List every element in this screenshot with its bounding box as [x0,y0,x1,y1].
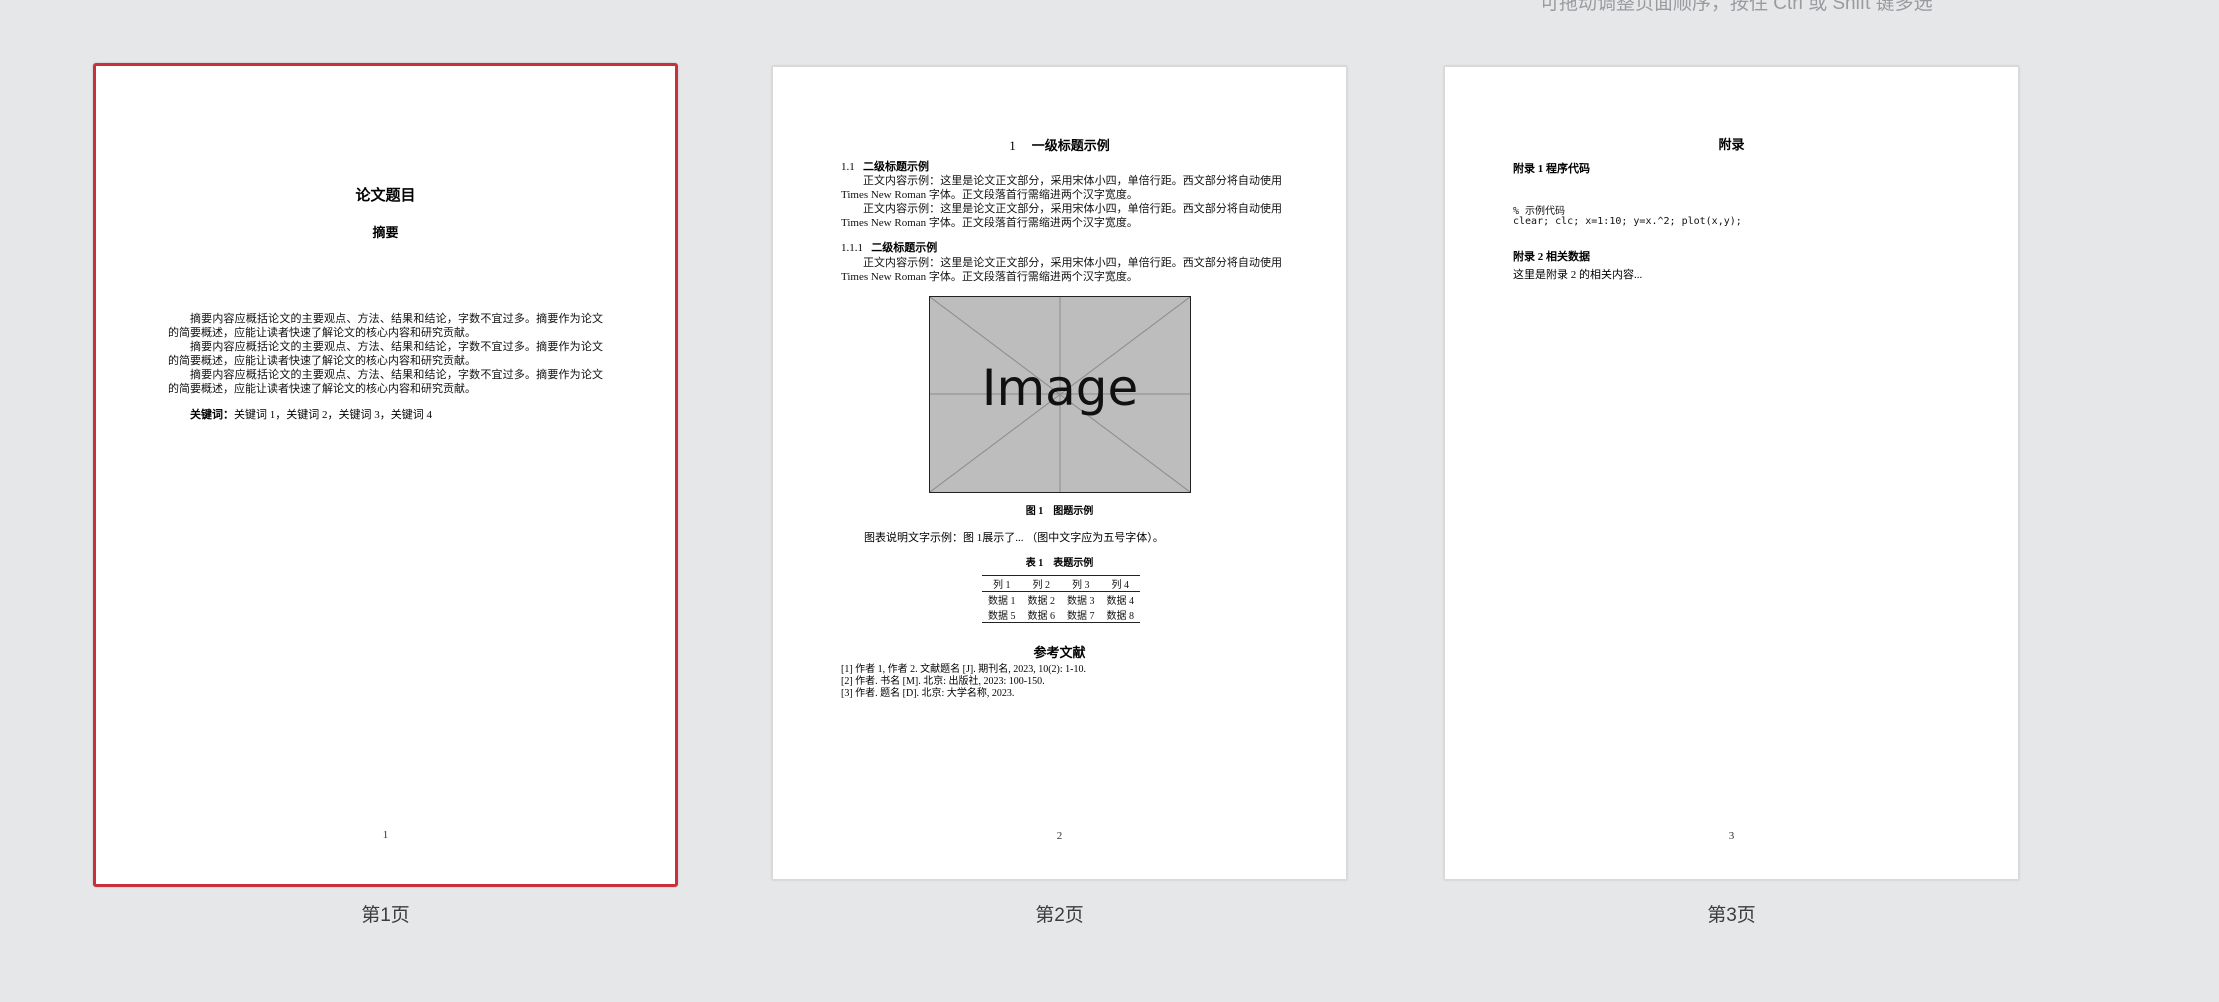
code-line: clear; clc; x=1:10; y=x.^2; plot(x,y); [1513,216,1742,227]
code-line: % 示例代码 [1513,206,1566,217]
heading-number: 1.1 [841,161,855,173]
heading-number: 1.1.1 [841,242,863,254]
appendix-1-title: 附录 1 程序代码 [1513,163,1590,175]
heading-number: 1 [1009,138,1016,153]
appendix-2-text: 这里是附录 2 的相关内容... [1513,269,1643,281]
appendix-heading: 附录 [1718,137,1745,152]
abstract-paragraph: 摘要内容应概括论文的主要观点、方法、结果和结论，字数不宜过多。摘要作为论文的简要… [168,369,603,395]
page-label-1: 第1页 [361,905,410,926]
heading-text: 二级标题示例 [863,161,929,173]
heading-level-2: 1.1 二级标题示例 [841,158,929,174]
table-cell: 数据 8 [1106,611,1135,622]
table-caption: 表 1 表题示例 [1025,558,1094,569]
table-header-cell: 列 3 [1072,580,1090,591]
table-row: 数据 5 数据 6 数据 7 数据 8 [982,607,1140,623]
page-number: 3 [1728,830,1735,842]
body-paragraph: 正文内容示例：这里是论文正文部分，采用宋体小四，单倍行距。西文部分将自动使用 T… [841,175,1282,201]
abstract-heading: 摘要 [372,225,399,240]
page-number: 2 [1056,830,1063,842]
reference-item: [1] 作者 1, 作者 2. 文献题名 [J]. 期刊名, 2023, 10(… [841,664,1086,675]
page-sorter-view: 可拖动调整页面顺序，按住 Ctrl 或 Shift 键多选 论文题目 摘要 摘要… [0,0,2219,1002]
page-thumbnail-3[interactable]: 附录 附录 1 程序代码 % 示例代码 clear; clc; x=1:10; … [1444,66,2019,926]
heading-level-1: 1 一级标题示例 [773,135,1346,154]
keywords-label: 关键词： [190,409,234,421]
page-number: 1 [382,829,389,841]
page-label-2: 第2页 [1035,905,1084,926]
table-header-cell: 列 4 [1111,580,1130,591]
table-cell: 数据 2 [1027,596,1056,607]
table-header-row: 列 1 列 2 列 3 列 4 [982,575,1140,592]
figure-caption: 图 1 图题示例 [1025,506,1094,517]
table-header-cell: 列 1 [993,580,1011,591]
table-cell: 数据 6 [1027,611,1056,622]
abstract-paragraph: 摘要内容应概括论文的主要观点、方法、结果和结论，字数不宜过多。摘要作为论文的简要… [168,313,603,339]
table-cell: 数据 5 [988,611,1016,622]
page-label-3: 第3页 [1707,905,1756,926]
heading-level-3: 1.1.1 二级标题示例 [841,239,937,255]
thesis-title: 论文题目 [355,188,416,204]
heading-text: 一级标题示例 [1031,138,1110,153]
page-2-canvas[interactable]: 1 一级标题示例 1.1 二级标题示例 正文内容示例：这里是论文正文部分，采用宋体… [772,66,1347,880]
figure-description: 图表说明文字示例：图 1展示了... （图中文字应为五号字体）。 [864,532,1164,544]
table-header-cell: 列 2 [1032,580,1051,591]
page-thumbnail-2[interactable]: 1 一级标题示例 1.1 二级标题示例 正文内容示例：这里是论文正文部分，采用宋体… [772,66,1347,926]
references-heading: 参考文献 [1033,645,1086,660]
heading-text: 二级标题示例 [871,242,938,254]
page-thumbnail-1[interactable]: 论文题目 摘要 摘要内容应概括论文的主要观点、方法、结果和结论，字数不宜过多。摘… [93,63,678,926]
figure-placeholder: Image [929,296,1191,493]
reference-item: [2] 作者. 书名 [M]. 北京: 出版社, 2023: 100-150. [841,676,1045,687]
table-cell: 数据 1 [988,596,1016,607]
page-3-canvas[interactable]: 附录 附录 1 程序代码 % 示例代码 clear; clc; x=1:10; … [1444,66,2019,880]
keywords-values: 关键词 1，关键词 2，关键词 3，关键词 4 [234,409,432,421]
abstract-paragraph: 摘要内容应概括论文的主要观点、方法、结果和结论，字数不宜过多。摘要作为论文的简要… [168,341,603,367]
table-row: 数据 1 数据 2 数据 3 数据 4 [982,592,1140,607]
table-cell: 数据 3 [1067,596,1095,607]
table-cell: 数据 4 [1106,596,1135,607]
page-1-canvas[interactable]: 论文题目 摘要 摘要内容应概括论文的主要观点、方法、结果和结论，字数不宜过多。摘… [93,63,678,887]
keywords-line: 关键词：关键词 1，关键词 2，关键词 3，关键词 4 [190,406,432,422]
table-cell: 数据 7 [1067,611,1095,622]
appendix-2-title: 附录 2 相关数据 [1513,251,1590,263]
body-paragraph: 正文内容示例：这里是论文正文部分，采用宋体小四，单倍行距。西文部分将自动使用 T… [841,203,1282,229]
figure-placeholder-text: Image [981,359,1139,417]
body-paragraph: 正文内容示例：这里是论文正文部分，采用宋体小四，单倍行距。西文部分将自动使用 T… [841,257,1282,283]
reference-item: [3] 作者. 题名 [D]. 北京: 大学名称, 2023. [841,688,1015,699]
sample-table: 列 1 列 2 列 3 列 4 数据 1 数据 2 数据 3 数据 4 数据 5 [982,575,1140,623]
reorder-hint: 可拖动调整页面顺序，按住 Ctrl 或 Shift 键多选 [1540,0,1933,14]
